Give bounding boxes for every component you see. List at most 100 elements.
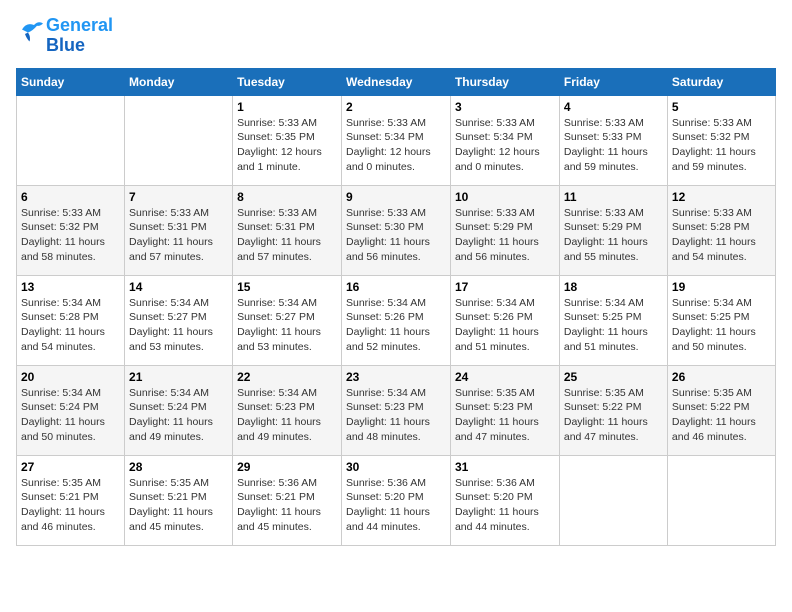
calendar-cell: 23 Sunrise: 5:34 AM Sunset: 5:23 PM Dayli… [342, 365, 451, 455]
calendar-cell: 12Sunrise: 5:33 AM Sunset: 5:28 PM Dayli… [667, 185, 775, 275]
logo-text: GeneralBlue [46, 16, 113, 56]
day-number: 29 [237, 460, 337, 474]
calendar-cell [125, 95, 233, 185]
day-number: 14 [129, 280, 228, 294]
calendar-cell: 28Sunrise: 5:35 AM Sunset: 5:21 PM Dayli… [125, 455, 233, 545]
day-number: 19 [672, 280, 771, 294]
day-info: Sunrise: 5:33 AM Sunset: 5:32 PM Dayligh… [672, 116, 771, 175]
calendar-cell: 16 Sunrise: 5:34 AM Sunset: 5:26 PM Dayli… [342, 275, 451, 365]
day-number: 27 [21, 460, 120, 474]
col-header-sunday: Sunday [17, 68, 125, 95]
day-info: Sunrise: 5:33 AM Sunset: 5:31 PM Dayligh… [129, 206, 228, 265]
calendar-cell [667, 455, 775, 545]
day-number: 1 [237, 100, 337, 114]
calendar-cell: 4Sunrise: 5:33 AM Sunset: 5:33 PM Daylig… [559, 95, 667, 185]
calendar-cell: 2 Sunrise: 5:33 AM Sunset: 5:34 PM Daylig… [342, 95, 451, 185]
day-number: 22 [237, 370, 337, 384]
logo-icon [16, 16, 46, 46]
day-info: Sunrise: 5:34 AM Sunset: 5:25 PM Dayligh… [672, 296, 771, 355]
day-number: 11 [564, 190, 663, 204]
day-info: Sunrise: 5:33 AM Sunset: 5:29 PM Dayligh… [455, 206, 555, 265]
calendar-cell: 10 Sunrise: 5:33 AM Sunset: 5:29 PM Dayli… [450, 185, 559, 275]
day-info: Sunrise: 5:34 AM Sunset: 5:24 PM Dayligh… [21, 386, 120, 445]
calendar-cell: 1 Sunrise: 5:33 AM Sunset: 5:35 PM Daylig… [233, 95, 342, 185]
calendar-cell [17, 95, 125, 185]
day-info: Sunrise: 5:35 AM Sunset: 5:23 PM Dayligh… [455, 386, 555, 445]
calendar-table: SundayMondayTuesdayWednesdayThursdayFrid… [16, 68, 776, 546]
day-info: Sunrise: 5:33 AM Sunset: 5:33 PM Dayligh… [564, 116, 663, 175]
col-header-tuesday: Tuesday [233, 68, 342, 95]
day-info: Sunrise: 5:33 AM Sunset: 5:34 PM Dayligh… [455, 116, 555, 175]
calendar-cell: 6 Sunrise: 5:33 AM Sunset: 5:32 PM Daylig… [17, 185, 125, 275]
calendar-cell: 17 Sunrise: 5:34 AM Sunset: 5:26 PM Dayli… [450, 275, 559, 365]
day-number: 3 [455, 100, 555, 114]
day-number: 21 [129, 370, 228, 384]
day-number: 15 [237, 280, 337, 294]
calendar-cell: 5 Sunrise: 5:33 AM Sunset: 5:32 PM Daylig… [667, 95, 775, 185]
day-info: Sunrise: 5:35 AM Sunset: 5:21 PM Dayligh… [21, 476, 120, 535]
logo: GeneralBlue [16, 16, 113, 56]
day-number: 17 [455, 280, 555, 294]
day-info: Sunrise: 5:33 AM Sunset: 5:31 PM Dayligh… [237, 206, 337, 265]
col-header-thursday: Thursday [450, 68, 559, 95]
calendar-cell: 25 Sunrise: 5:35 AM Sunset: 5:22 PM Dayli… [559, 365, 667, 455]
day-number: 26 [672, 370, 771, 384]
col-header-monday: Monday [125, 68, 233, 95]
calendar-cell: 18 Sunrise: 5:34 AM Sunset: 5:25 PM Dayli… [559, 275, 667, 365]
day-info: Sunrise: 5:33 AM Sunset: 5:32 PM Dayligh… [21, 206, 120, 265]
day-info: Sunrise: 5:33 AM Sunset: 5:34 PM Dayligh… [346, 116, 446, 175]
day-number: 20 [21, 370, 120, 384]
calendar-cell: 20 Sunrise: 5:34 AM Sunset: 5:24 PM Dayli… [17, 365, 125, 455]
calendar-cell [559, 455, 667, 545]
day-info: Sunrise: 5:33 AM Sunset: 5:35 PM Dayligh… [237, 116, 337, 175]
day-number: 25 [564, 370, 663, 384]
calendar-cell: 29 Sunrise: 5:36 AM Sunset: 5:21 PM Dayli… [233, 455, 342, 545]
day-info: Sunrise: 5:34 AM Sunset: 5:23 PM Dayligh… [237, 386, 337, 445]
calendar-cell: 21 Sunrise: 5:34 AM Sunset: 5:24 PM Dayli… [125, 365, 233, 455]
day-number: 18 [564, 280, 663, 294]
day-number: 5 [672, 100, 771, 114]
calendar-cell: 14Sunrise: 5:34 AM Sunset: 5:27 PM Dayli… [125, 275, 233, 365]
calendar-cell: 3 Sunrise: 5:33 AM Sunset: 5:34 PM Daylig… [450, 95, 559, 185]
calendar-cell: 11 Sunrise: 5:33 AM Sunset: 5:29 PM Dayli… [559, 185, 667, 275]
calendar-cell: 9Sunrise: 5:33 AM Sunset: 5:30 PM Daylig… [342, 185, 451, 275]
day-info: Sunrise: 5:33 AM Sunset: 5:29 PM Dayligh… [564, 206, 663, 265]
day-info: Sunrise: 5:34 AM Sunset: 5:23 PM Dayligh… [346, 386, 446, 445]
calendar-cell: 19 Sunrise: 5:34 AM Sunset: 5:25 PM Dayli… [667, 275, 775, 365]
day-number: 16 [346, 280, 446, 294]
day-info: Sunrise: 5:34 AM Sunset: 5:26 PM Dayligh… [455, 296, 555, 355]
day-info: Sunrise: 5:34 AM Sunset: 5:28 PM Dayligh… [21, 296, 120, 355]
calendar-cell: 24 Sunrise: 5:35 AM Sunset: 5:23 PM Dayli… [450, 365, 559, 455]
day-number: 31 [455, 460, 555, 474]
calendar-cell: 7Sunrise: 5:33 AM Sunset: 5:31 PM Daylig… [125, 185, 233, 275]
calendar-cell: 13Sunrise: 5:34 AM Sunset: 5:28 PM Dayli… [17, 275, 125, 365]
day-number: 30 [346, 460, 446, 474]
day-number: 10 [455, 190, 555, 204]
col-header-wednesday: Wednesday [342, 68, 451, 95]
day-info: Sunrise: 5:36 AM Sunset: 5:20 PM Dayligh… [346, 476, 446, 535]
calendar-cell: 26 Sunrise: 5:35 AM Sunset: 5:22 PM Dayli… [667, 365, 775, 455]
calendar-cell: 22 Sunrise: 5:34 AM Sunset: 5:23 PM Dayli… [233, 365, 342, 455]
day-number: 2 [346, 100, 446, 114]
day-info: Sunrise: 5:34 AM Sunset: 5:25 PM Dayligh… [564, 296, 663, 355]
day-info: Sunrise: 5:36 AM Sunset: 5:20 PM Dayligh… [455, 476, 555, 535]
calendar-cell: 15 Sunrise: 5:34 AM Sunset: 5:27 PM Dayli… [233, 275, 342, 365]
day-info: Sunrise: 5:34 AM Sunset: 5:26 PM Dayligh… [346, 296, 446, 355]
calendar-cell: 30 Sunrise: 5:36 AM Sunset: 5:20 PM Dayli… [342, 455, 451, 545]
page-header: GeneralBlue [16, 16, 776, 56]
day-number: 9 [346, 190, 446, 204]
day-info: Sunrise: 5:36 AM Sunset: 5:21 PM Dayligh… [237, 476, 337, 535]
day-number: 6 [21, 190, 120, 204]
calendar-cell: 31 Sunrise: 5:36 AM Sunset: 5:20 PM Dayli… [450, 455, 559, 545]
col-header-friday: Friday [559, 68, 667, 95]
day-number: 28 [129, 460, 228, 474]
day-number: 8 [237, 190, 337, 204]
day-number: 24 [455, 370, 555, 384]
calendar-cell: 8 Sunrise: 5:33 AM Sunset: 5:31 PM Daylig… [233, 185, 342, 275]
day-info: Sunrise: 5:34 AM Sunset: 5:27 PM Dayligh… [237, 296, 337, 355]
day-info: Sunrise: 5:35 AM Sunset: 5:22 PM Dayligh… [672, 386, 771, 445]
day-info: Sunrise: 5:35 AM Sunset: 5:22 PM Dayligh… [564, 386, 663, 445]
day-info: Sunrise: 5:34 AM Sunset: 5:24 PM Dayligh… [129, 386, 228, 445]
day-number: 23 [346, 370, 446, 384]
day-info: Sunrise: 5:33 AM Sunset: 5:28 PM Dayligh… [672, 206, 771, 265]
